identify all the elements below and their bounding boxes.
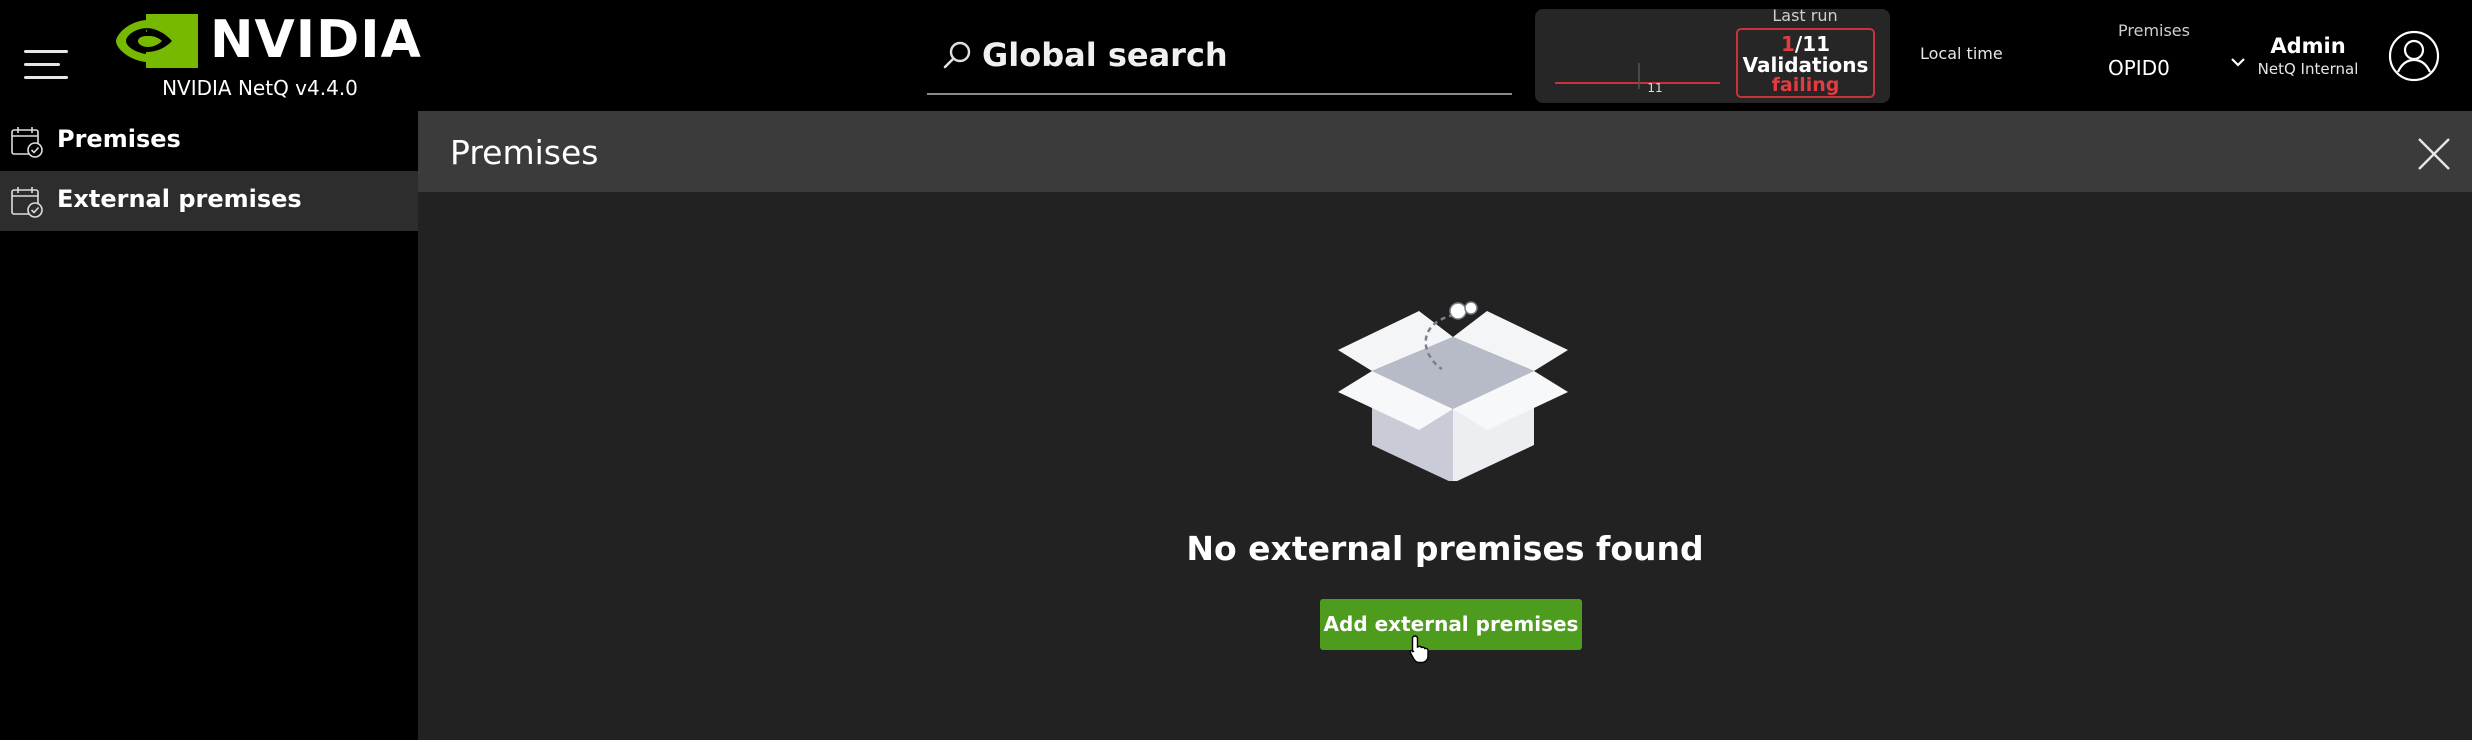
validations-status-box[interactable]: 1/11 Validations failing <box>1736 28 1875 98</box>
add-external-premises-button[interactable]: Add external premises <box>1320 599 1582 650</box>
brand-wordmark: NVIDIA <box>210 10 422 70</box>
premises-selector[interactable]: OPID0 <box>2108 56 2170 80</box>
empty-box-illustration <box>1338 301 1568 481</box>
main-panel: Premises No external premises found Add … <box>418 111 2472 740</box>
validations-status: failing <box>1771 74 1840 96</box>
sidebar-item-label: Premises <box>57 125 181 153</box>
sidebar-item-premises[interactable]: Premises <box>0 111 418 171</box>
user-org: NetQ Internal <box>2257 60 2359 78</box>
local-time-label: Local time <box>1920 44 2003 63</box>
validation-count: 1/11 <box>1738 34 1873 54</box>
app-version: NVIDIA NetQ v4.4.0 <box>162 76 358 100</box>
sidebar: Premises External premises <box>0 111 418 740</box>
calendar-check-icon <box>11 187 43 218</box>
user-avatar-icon[interactable] <box>2388 30 2440 82</box>
premises-label: Premises <box>2118 21 2190 40</box>
sidebar-item-label: External premises <box>57 185 302 213</box>
validation-sparkline <box>1555 63 1720 89</box>
search-placeholder: Global search <box>982 36 1228 74</box>
user-name[interactable]: Admin <box>2262 34 2354 58</box>
sparkline-label: 11 <box>1647 81 1663 95</box>
hand-pointer-icon <box>1409 635 1429 664</box>
close-icon[interactable] <box>2416 136 2452 172</box>
calendar-check-icon <box>11 127 43 158</box>
last-run-label: Last run <box>1772 6 1838 25</box>
page-title: Premises <box>450 133 599 172</box>
hamburger-menu-icon[interactable] <box>24 50 68 80</box>
validations-title: Validations <box>1742 53 1869 77</box>
sidebar-item-external-premises[interactable]: External premises <box>0 171 418 231</box>
top-bar: NVIDIA NVIDIA NetQ v4.4.0 Global search … <box>0 0 2472 111</box>
search-icon <box>943 41 971 69</box>
nvidia-logo: NVIDIA <box>116 10 421 70</box>
empty-state-message: No external premises found <box>1186 529 1704 568</box>
nvidia-eye-icon <box>116 14 198 68</box>
global-search[interactable]: Global search <box>927 30 1512 95</box>
panel-header: Premises <box>418 111 2472 192</box>
chevron-down-icon[interactable] <box>2230 56 2246 68</box>
